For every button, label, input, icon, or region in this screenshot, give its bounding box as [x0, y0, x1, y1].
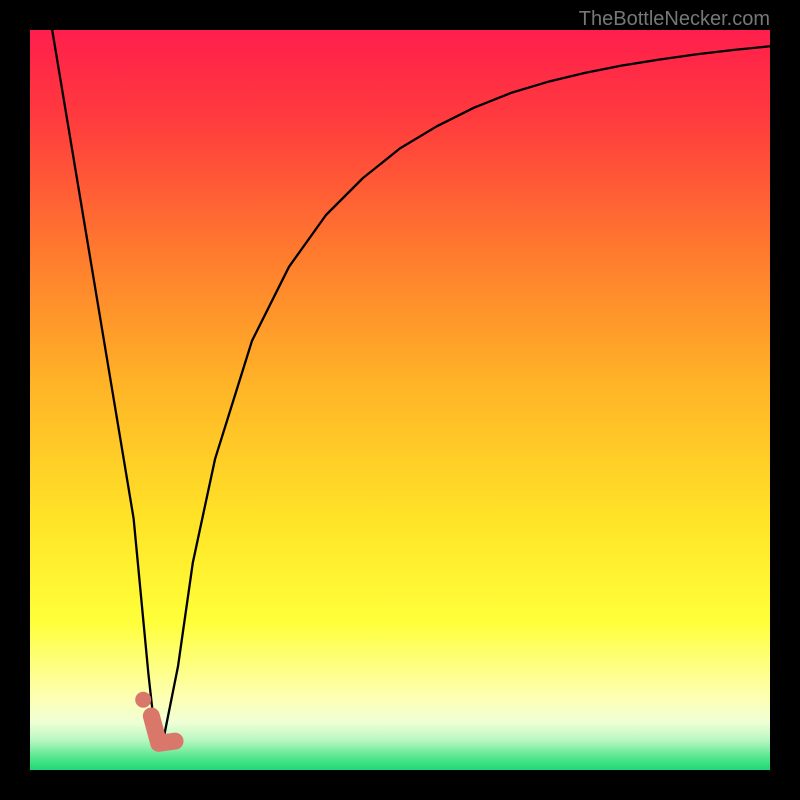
- plot-area: [30, 30, 770, 770]
- watermark-text: TheBottleNecker.com: [579, 8, 770, 31]
- optimum-marker-dot: [135, 692, 151, 708]
- optimum-marker-elbow: [151, 716, 175, 743]
- curve-overlay: [30, 30, 770, 770]
- bottleneck-curve: [52, 30, 770, 740]
